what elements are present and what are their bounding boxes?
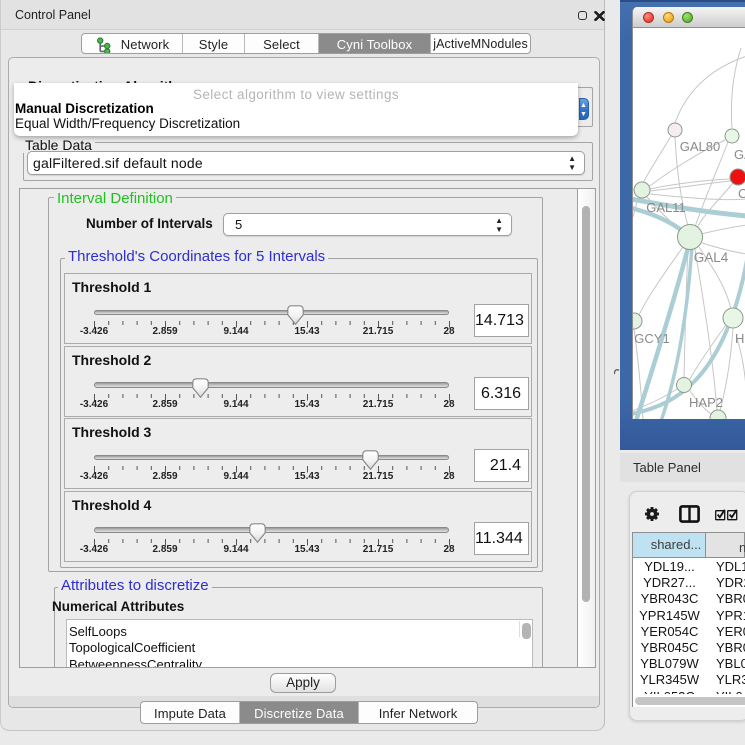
svg-text:GAL: GAL: [734, 147, 745, 162]
svg-text:HAP2: HAP2: [689, 395, 723, 410]
svg-text:GAL80: GAL80: [680, 139, 720, 154]
svg-text:GAL11: GAL11: [646, 200, 686, 215]
svg-text:GAL4: GAL4: [694, 250, 729, 265]
svg-text:GCY1: GCY1: [634, 331, 669, 346]
svg-text:H: H: [735, 331, 744, 346]
svg-text:CR: CR: [738, 186, 745, 201]
